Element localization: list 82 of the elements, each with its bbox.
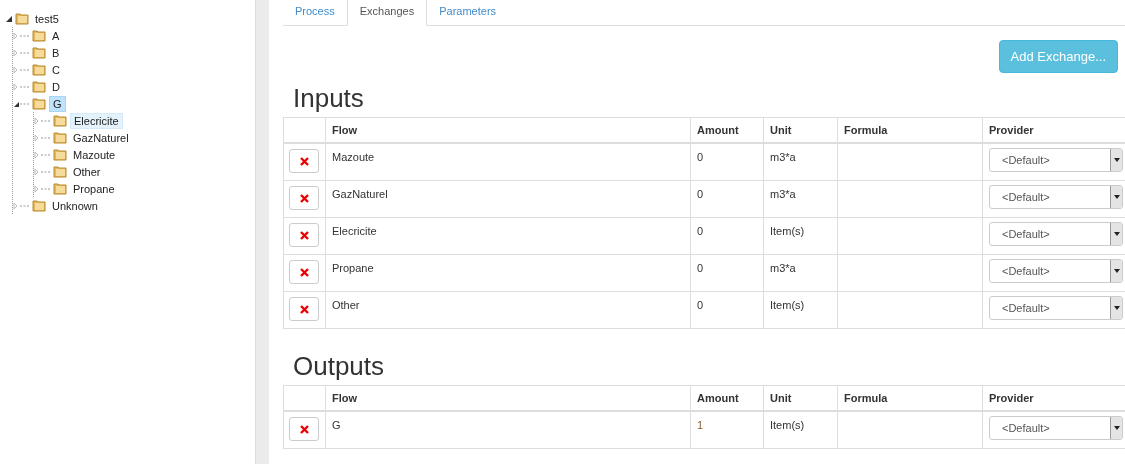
- tree-item[interactable]: Elecricite: [70, 112, 123, 129]
- caret-icon: [1113, 426, 1120, 430]
- close-icon: [299, 424, 309, 434]
- table-cell: 0: [697, 225, 704, 237]
- table-cell: Item(s): [770, 419, 805, 431]
- provider-dropdown[interactable]: <Default>: [989, 416, 1123, 440]
- tree-item[interactable]: Propane: [70, 181, 118, 196]
- column-header: Formula: [844, 392, 888, 404]
- tree-item[interactable]: D: [49, 79, 63, 94]
- delete-button[interactable]: [289, 223, 319, 247]
- table-cell: Other: [332, 299, 360, 311]
- table-cell: m3*a: [770, 151, 796, 163]
- column-header: Amount: [697, 392, 739, 404]
- close-icon: [299, 193, 309, 203]
- caret-icon: [1113, 269, 1120, 273]
- delete-button[interactable]: [289, 186, 319, 210]
- folder-icon: [15, 12, 29, 25]
- column-header: Formula: [844, 124, 888, 136]
- tree-item[interactable]: A: [49, 28, 63, 43]
- provider-dropdown[interactable]: <Default>: [989, 296, 1123, 320]
- tree-item[interactable]: B: [49, 45, 63, 60]
- column-header: Flow: [332, 392, 358, 404]
- caret-icon: [1113, 158, 1120, 162]
- folder-icon: [32, 63, 46, 76]
- tree-item[interactable]: GazNaturel: [70, 130, 132, 145]
- delete-button[interactable]: [289, 417, 319, 441]
- folder-icon: [53, 182, 67, 195]
- tree-item[interactable]: G: [49, 95, 66, 112]
- column-header: Provider: [989, 124, 1034, 136]
- column-header: Provider: [989, 392, 1034, 404]
- provider-dropdown[interactable]: <Default>: [989, 185, 1123, 209]
- table-cell: m3*a: [770, 188, 796, 200]
- scrollbar[interactable]: [255, 0, 269, 464]
- table-cell: Elecricite: [332, 225, 377, 237]
- tree-item[interactable]: Other: [70, 164, 104, 179]
- table-cell: 1: [697, 419, 704, 431]
- column-header: Unit: [770, 392, 792, 404]
- folder-icon: [32, 29, 46, 42]
- delete-button[interactable]: [289, 149, 319, 173]
- section-title: Outputs: [293, 351, 386, 381]
- table-cell: 0: [697, 151, 704, 163]
- delete-button[interactable]: [289, 260, 319, 284]
- table-cell: 0: [697, 262, 704, 274]
- caret-icon: [1113, 232, 1120, 236]
- table-cell: Item(s): [770, 225, 805, 237]
- tab[interactable]: Process: [283, 0, 347, 25]
- table-cell: m3*a: [770, 262, 796, 274]
- table-cell: Propane: [332, 262, 374, 274]
- table-cell: GazNaturel: [332, 188, 388, 200]
- folder-icon: [32, 199, 46, 212]
- section-title: Inputs: [293, 83, 365, 113]
- tab[interactable]: Exchanges: [346, 0, 428, 26]
- close-icon: [299, 156, 309, 166]
- caret-icon: [1113, 306, 1120, 310]
- provider-dropdown[interactable]: <Default>: [989, 148, 1123, 172]
- folder-icon: [32, 80, 46, 93]
- folder-icon: [53, 165, 67, 178]
- table-cell: Mazoute: [332, 151, 375, 163]
- tab[interactable]: Parameters: [427, 0, 509, 25]
- close-icon: [299, 267, 309, 277]
- folder-icon: [53, 114, 67, 127]
- tree-item[interactable]: Unknown: [49, 198, 101, 213]
- close-icon: [299, 230, 309, 240]
- provider-dropdown[interactable]: <Default>: [989, 222, 1123, 246]
- delete-button[interactable]: [289, 297, 319, 321]
- column-header: Amount: [697, 124, 739, 136]
- tree-item[interactable]: Mazoute: [70, 147, 119, 162]
- provider-dropdown[interactable]: <Default>: [989, 259, 1123, 283]
- caret-icon: [1113, 195, 1120, 199]
- table-cell: 0: [697, 299, 704, 311]
- close-icon: [299, 304, 309, 314]
- folder-icon: [53, 148, 67, 161]
- column-header: Flow: [332, 124, 358, 136]
- folder-icon: [32, 97, 46, 110]
- tree-item[interactable]: C: [49, 62, 63, 77]
- table-cell: Item(s): [770, 299, 805, 311]
- folder-icon: [53, 131, 67, 144]
- tree-item[interactable]: test5: [32, 11, 62, 26]
- column-header: Unit: [770, 124, 792, 136]
- folder-icon: [32, 46, 46, 59]
- table-cell: 0: [697, 188, 704, 200]
- table-cell: G: [332, 419, 341, 431]
